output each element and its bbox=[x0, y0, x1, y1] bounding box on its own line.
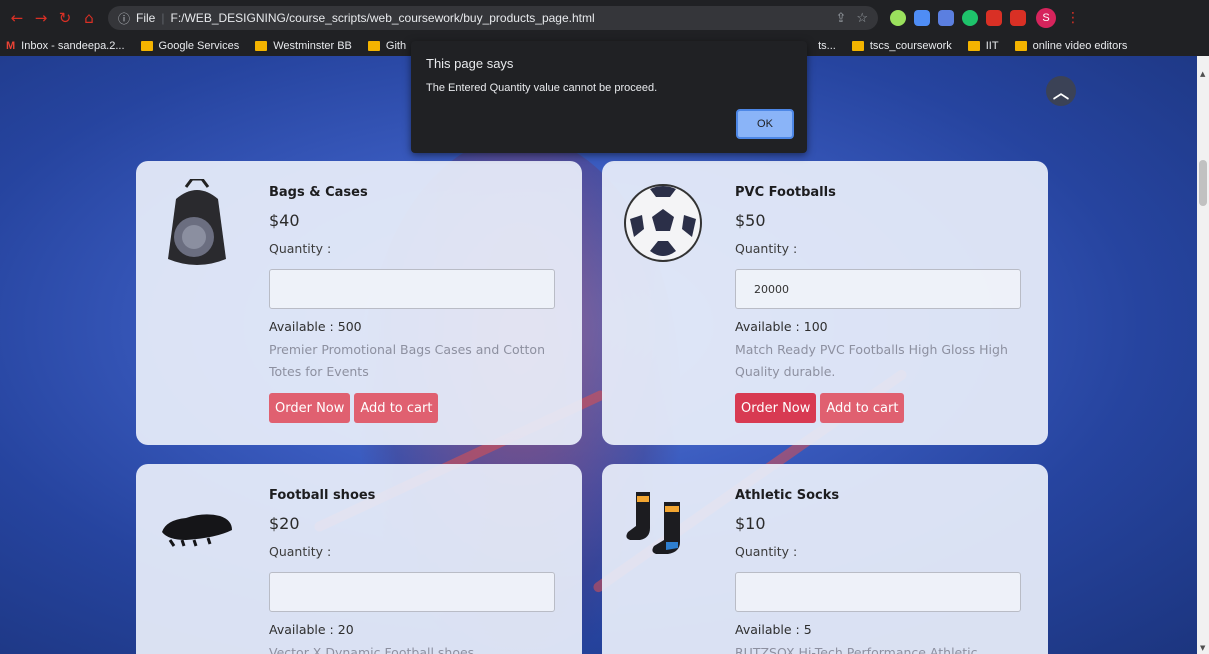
product-price: $10 bbox=[735, 514, 766, 533]
bookmark-inbox[interactable]: M Inbox - sandeepa.2... bbox=[6, 40, 125, 52]
quantity-label: Quantity : bbox=[735, 241, 798, 256]
reload-icon[interactable]: ↻ bbox=[54, 7, 76, 29]
add-to-cart-button[interactable]: Add to cart bbox=[820, 393, 905, 423]
url-prefix: File bbox=[136, 11, 156, 25]
alert-dialog: This page says The Entered Quantity valu… bbox=[411, 41, 807, 153]
extension-check-icon[interactable] bbox=[890, 10, 906, 26]
availability-text: Available : 500 bbox=[269, 319, 362, 334]
quantity-input[interactable] bbox=[269, 269, 555, 309]
folder-icon bbox=[367, 41, 380, 51]
bookmark-label: ts... bbox=[818, 40, 836, 52]
product-card: Athletic Socks $10 Quantity : Available … bbox=[602, 464, 1048, 654]
product-info: PVC Footballs $50 Quantity : Available :… bbox=[735, 185, 1021, 423]
quantity-label: Quantity : bbox=[269, 241, 332, 256]
url-separator: | bbox=[161, 11, 165, 25]
product-card: Football shoes $20 Quantity : Available … bbox=[136, 464, 582, 654]
scroll-top-button[interactable]: ︿ bbox=[1046, 76, 1076, 106]
bookmark-video-editors[interactable]: online video editors bbox=[1014, 40, 1128, 52]
bookmark-label: Westminster BB bbox=[273, 40, 352, 52]
product-description: Match Ready PVC Footballs High Gloss Hig… bbox=[735, 342, 1008, 379]
dialog-title: This page says bbox=[426, 56, 514, 71]
product-description: RUTZSOX Hi-Tech Performance Athletic bbox=[735, 645, 978, 654]
add-to-cart-button[interactable]: Add to cart bbox=[354, 393, 439, 423]
quantity-input[interactable] bbox=[735, 572, 1021, 612]
bookmark-label: online video editors bbox=[1032, 40, 1128, 52]
gmail-icon: M bbox=[6, 40, 16, 52]
availability-text: Available : 100 bbox=[735, 319, 828, 334]
bookmark-label: IIT bbox=[985, 40, 999, 52]
bookmark-label: tscs_coursework bbox=[869, 40, 952, 52]
quantity-input[interactable] bbox=[735, 269, 1021, 309]
info-icon[interactable]: ⓘ bbox=[118, 10, 130, 27]
extension-chat-icon[interactable] bbox=[914, 10, 930, 26]
home-icon[interactable]: ⌂ bbox=[78, 7, 100, 29]
share-icon[interactable]: ⇪ bbox=[835, 10, 846, 26]
extension-doc-icon[interactable] bbox=[938, 10, 954, 26]
url-text: F:/WEB_DESIGNING/course_scripts/web_cour… bbox=[170, 11, 595, 25]
product-price: $40 bbox=[269, 211, 300, 230]
quantity-label: Quantity : bbox=[735, 544, 798, 559]
extension-window-icon[interactable] bbox=[1010, 10, 1026, 26]
product-price: $50 bbox=[735, 211, 766, 230]
bookmark-label: Inbox - sandeepa.2... bbox=[21, 40, 125, 52]
page-scrollbar[interactable]: ▲ ▼ bbox=[1197, 56, 1209, 654]
product-name: Football shoes bbox=[269, 488, 376, 503]
folder-icon bbox=[967, 41, 980, 51]
product-card: PVC Footballs $50 Quantity : Available :… bbox=[602, 161, 1048, 445]
menu-kebab-icon[interactable]: ⋮ bbox=[1066, 10, 1080, 26]
order-now-button[interactable]: Order Now bbox=[269, 393, 351, 423]
folder-icon bbox=[140, 41, 153, 51]
bookmark-westminster[interactable]: Westminster BB bbox=[255, 40, 352, 52]
back-icon[interactable]: ← bbox=[6, 7, 28, 29]
bookmark-label: Google Services bbox=[158, 40, 240, 52]
ok-button[interactable]: OK bbox=[736, 109, 794, 139]
product-description: Premier Promotional Bags Cases and Cotto… bbox=[269, 342, 546, 379]
folder-icon bbox=[1014, 41, 1027, 51]
product-name: Bags & Cases bbox=[269, 185, 368, 200]
extensions-bar bbox=[890, 10, 1026, 26]
scrollbar-thumb[interactable] bbox=[1199, 160, 1207, 206]
order-now-button[interactable]: Order Now bbox=[735, 393, 817, 423]
bookmark-label: Gith bbox=[385, 40, 407, 52]
extension-puzzle-icon[interactable] bbox=[986, 10, 1002, 26]
bookmark-github[interactable]: Gith bbox=[367, 40, 407, 52]
product-description: Vector X Dynamic Football shoes bbox=[269, 645, 475, 654]
extension-grammar-icon[interactable] bbox=[962, 10, 978, 26]
product-info: Bags & Cases $40 Quantity : Available : … bbox=[269, 185, 555, 423]
bookmark-star-icon[interactable]: ☆ bbox=[856, 10, 868, 26]
product-info: Athletic Socks $10 Quantity : Available … bbox=[735, 488, 1021, 654]
bookmark-iit[interactable]: IIT bbox=[967, 40, 999, 52]
football-shoe-image bbox=[162, 514, 232, 547]
availability-text: Available : 20 bbox=[269, 622, 354, 637]
product-info: Football shoes $20 Quantity : Available … bbox=[269, 488, 555, 654]
browser-toolbar: ← → ↻ ⌂ ⓘ File | F:/WEB_DESIGNING/course… bbox=[0, 0, 1209, 36]
profile-avatar[interactable]: S bbox=[1036, 8, 1056, 28]
folder-icon bbox=[255, 41, 268, 51]
dialog-message: The Entered Quantity value cannot be pro… bbox=[426, 82, 658, 94]
product-name: PVC Footballs bbox=[735, 185, 836, 200]
scroll-down-arrow-icon[interactable]: ▼ bbox=[1200, 644, 1205, 652]
address-bar[interactable]: ⓘ File | F:/WEB_DESIGNING/course_scripts… bbox=[108, 6, 878, 30]
bookmark-tscs[interactable]: tscs_coursework bbox=[851, 40, 952, 52]
availability-text: Available : 5 bbox=[735, 622, 812, 637]
socks-image bbox=[626, 492, 680, 554]
bag-image bbox=[168, 179, 226, 265]
quantity-label: Quantity : bbox=[269, 544, 332, 559]
product-price: $20 bbox=[269, 514, 300, 533]
quantity-input[interactable] bbox=[269, 572, 555, 612]
product-card: Bags & Cases $40 Quantity : Available : … bbox=[136, 161, 582, 445]
bookmark-google-services[interactable]: Google Services bbox=[140, 40, 240, 52]
folder-icon bbox=[851, 41, 864, 51]
scroll-up-arrow-icon[interactable]: ▲ bbox=[1200, 70, 1205, 78]
football-image bbox=[624, 184, 702, 262]
forward-icon[interactable]: → bbox=[30, 7, 52, 29]
bookmark-ts[interactable]: ts... bbox=[818, 40, 836, 52]
product-name: Athletic Socks bbox=[735, 488, 840, 503]
